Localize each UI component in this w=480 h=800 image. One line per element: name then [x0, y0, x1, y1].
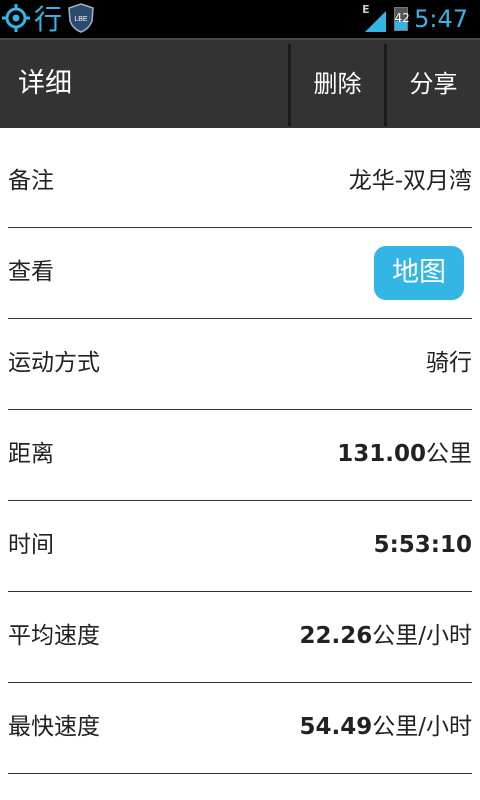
avg-speed-value: 22.26公里/小时 — [299, 592, 472, 681]
battery-icon: 42 — [394, 7, 410, 31]
distance-value: 131.00公里 — [337, 410, 472, 499]
battery-percent: 42 — [394, 11, 410, 25]
time-number: 5:53:10 — [373, 532, 472, 558]
row-label: 运动方式 — [8, 350, 100, 376]
max-speed-value: 54.49公里/小时 — [299, 683, 472, 772]
row-time: 时间 5:53:10 — [8, 501, 472, 592]
clock: 5:47 — [414, 5, 468, 33]
row-distance: 距离 131.00公里 — [8, 410, 472, 501]
sport-type-value: 骑行 — [426, 350, 472, 376]
row-avg-speed: 平均速度 22.26公里/小时 — [8, 592, 472, 683]
status-bar: 行 LBE E 42 5:47 — [0, 0, 480, 38]
delete-button[interactable]: 删除 — [291, 40, 384, 128]
row-label: 时间 — [8, 532, 54, 558]
avg-speed-unit: 公里/小时 — [372, 623, 472, 649]
location-target-icon — [2, 4, 30, 36]
status-left: 行 LBE — [2, 3, 94, 37]
lbe-shield-icon: LBE — [68, 3, 94, 37]
row-note: 备注 龙华-双月湾 — [8, 137, 472, 228]
time-value: 5:53:10 — [374, 501, 472, 590]
share-button[interactable]: 分享 — [387, 40, 480, 128]
avg-speed-number: 22.26 — [299, 623, 373, 649]
page-title: 详细 — [18, 68, 72, 99]
row-label: 查看 — [8, 259, 54, 285]
note-value: 龙华-双月湾 — [348, 168, 472, 194]
signal-icon: E — [362, 3, 388, 33]
max-speed-unit: 公里/小时 — [372, 714, 472, 740]
lbe-badge-text: LBE — [74, 16, 88, 23]
max-speed-number: 54.49 — [299, 714, 373, 740]
row-label: 最快速度 — [8, 714, 100, 740]
distance-unit: 公里 — [426, 441, 472, 467]
app-notification-glyph: 行 — [34, 3, 63, 36]
distance-number: 131.00 — [337, 441, 426, 467]
row-view: 查看 地图 — [8, 228, 472, 319]
row-label: 距离 — [8, 441, 54, 467]
row-max-speed: 最快速度 54.49公里/小时 — [8, 683, 472, 774]
action-bar: 详细 删除 分享 — [0, 38, 480, 128]
map-button[interactable]: 地图 — [374, 246, 464, 300]
row-label: 备注 — [8, 168, 54, 194]
row-label: 平均速度 — [8, 623, 100, 649]
row-sport-type: 运动方式 骑行 — [8, 319, 472, 410]
status-right: E 42 5:47 — [362, 3, 468, 35]
